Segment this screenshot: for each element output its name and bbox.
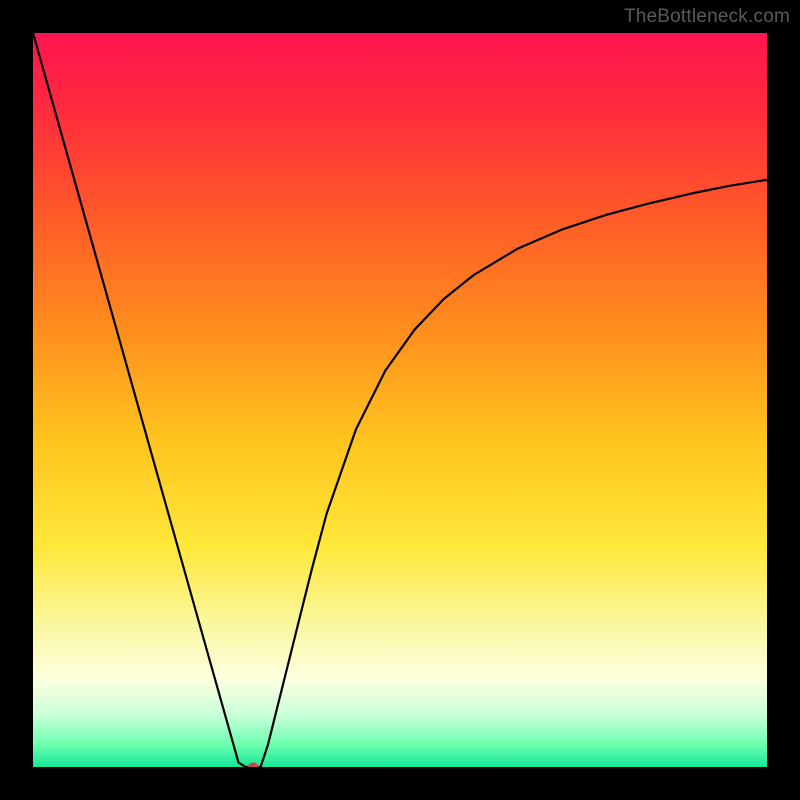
- chart-svg: [33, 33, 767, 767]
- chart-plot-area: [33, 33, 767, 767]
- watermark-text: TheBottleneck.com: [624, 6, 790, 28]
- chart-background: [33, 33, 767, 767]
- chart-frame: TheBottleneck.com: [0, 0, 800, 800]
